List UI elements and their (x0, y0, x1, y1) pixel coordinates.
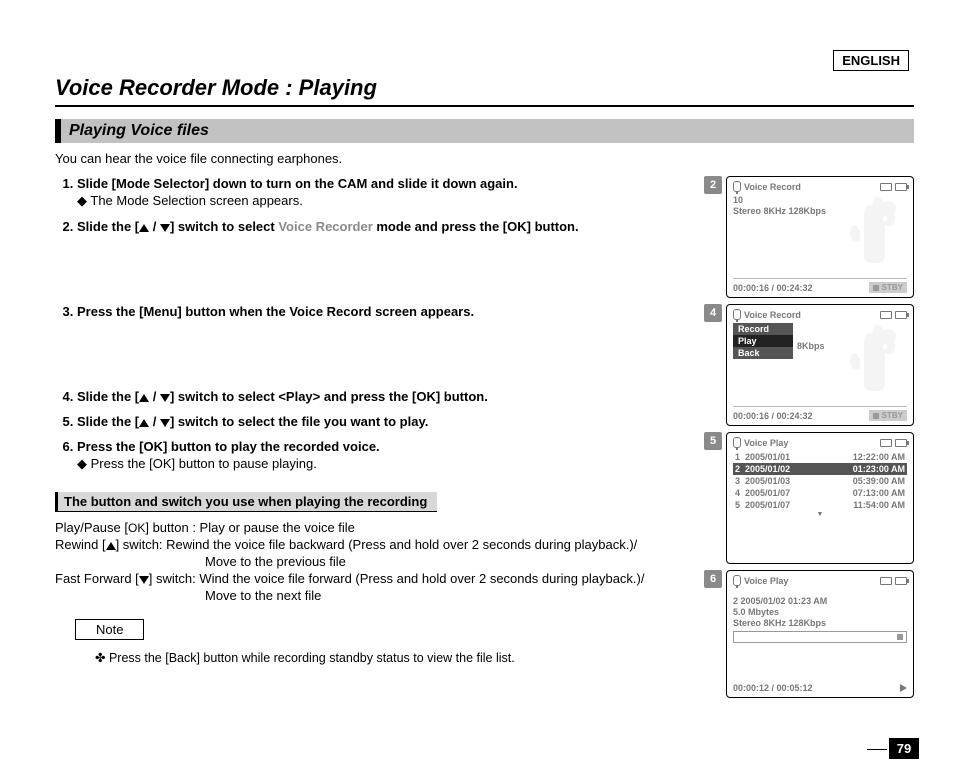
card-icon (880, 311, 892, 319)
intro-text: You can hear the voice file connecting e… (55, 151, 914, 166)
mic-icon (733, 575, 741, 586)
card-icon (880, 577, 892, 585)
note-text: ✤ Press the [Back] button while recordin… (95, 650, 688, 665)
step-tag-4: 4 (704, 304, 722, 322)
page-title: Voice Recorder Mode : Playing (55, 75, 914, 107)
down-icon (160, 224, 170, 232)
battery-icon (895, 183, 907, 191)
step-2: Slide the [ / ] switch to select Voice R… (77, 219, 688, 234)
menu: Record Play Back (733, 323, 793, 359)
play-icon (900, 684, 907, 692)
screen-6: 6 Voice Play 2 2005/01/02 01:23 AM 5.0 M… (704, 570, 914, 698)
step-tag-5: 5 (704, 432, 722, 450)
control-play-pause: Play/Pause [OK] button : Play or pause t… (55, 520, 688, 535)
mic-icon (733, 437, 741, 448)
up-icon (139, 419, 149, 427)
battery-icon (895, 311, 907, 319)
note-label: Note (75, 619, 144, 640)
step-1: Slide [Mode Selector] down to turn on th… (77, 176, 688, 209)
control-rewind: Rewind [] switch: Rewind the voice file … (55, 537, 688, 552)
battery-icon (895, 577, 907, 585)
stop-icon (897, 634, 903, 640)
screen-2: 2 Voice Record 10 Stereo 8KHz 128Kbps 00… (704, 176, 914, 298)
step-6: Press the [OK] button to play the record… (77, 439, 688, 472)
control-ff: Fast Forward [] switch: Wind the voice f… (55, 571, 688, 586)
cactus-bg-icon (837, 195, 907, 275)
page-number: 79 (889, 738, 919, 759)
screen-5: 5 Voice Play 1 2005/01/0112:22:00 AM 2 2… (704, 432, 914, 564)
card-icon (880, 183, 892, 191)
down-icon (139, 576, 149, 584)
up-icon (139, 394, 149, 402)
control-ff-line2: Move to the next file (205, 588, 688, 603)
card-icon (880, 439, 892, 447)
step-tag-6: 6 (704, 570, 722, 588)
step-4: Slide the [ / ] switch to select <Play> … (77, 389, 688, 404)
step-tag-2: 2 (704, 176, 722, 194)
mic-icon (733, 309, 741, 320)
up-icon (139, 224, 149, 232)
controls-heading: The button and switch you use when playi… (55, 492, 437, 512)
battery-icon (895, 439, 907, 447)
mic-icon (733, 181, 741, 192)
step-3: Press the [Menu] button when the Voice R… (77, 304, 688, 319)
step-5: Slide the [ / ] switch to select the fil… (77, 414, 688, 429)
up-icon (106, 542, 116, 550)
down-icon (160, 419, 170, 427)
down-icon (160, 394, 170, 402)
progress-bar (733, 631, 907, 643)
control-rewind-line2: Move to the previous file (205, 554, 688, 569)
screen-4: 4 Voice Record Record Play Bac (704, 304, 914, 426)
file-list: 1 2005/01/0112:22:00 AM 2 2005/01/0201:2… (733, 451, 907, 518)
language-badge: ENGLISH (833, 50, 909, 71)
scroll-down-icon: ▼ (733, 511, 907, 518)
section-title: Playing Voice files (55, 119, 914, 143)
